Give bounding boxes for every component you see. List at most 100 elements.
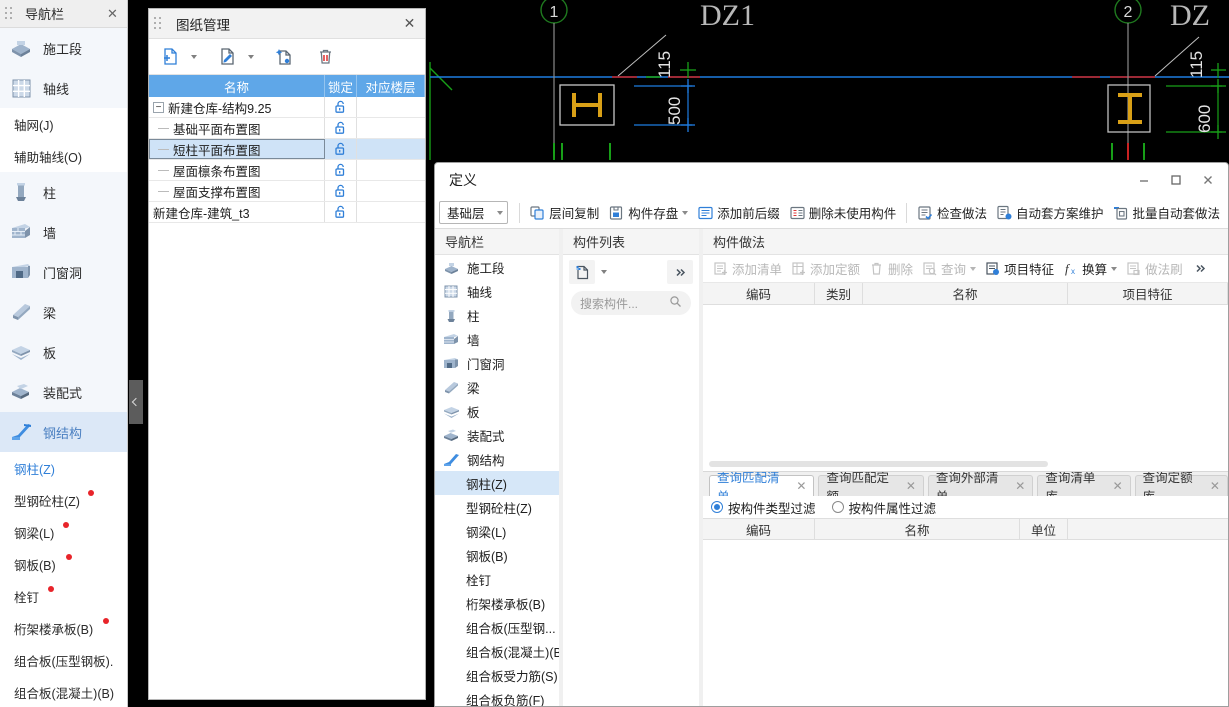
sidebar-subitem-steel-plate[interactable]: 钢板(B) [0,548,127,580]
search-input[interactable]: 搜索构件... [571,291,691,315]
dialog-nav-subitem-stud[interactable]: 栓钉 [435,567,559,591]
sidebar-subitem-src-column[interactable]: 型钢砼柱(Z) [0,484,127,516]
table-row[interactable]: 屋面支撑布置图 [149,181,425,202]
add-file-dropdown-caret[interactable] [187,43,201,71]
dialog-nav-item-construction-segment[interactable]: 施工段 [435,255,559,279]
floor-selector[interactable]: 基础层 [439,201,508,224]
add-file-icon[interactable] [155,43,185,71]
collapse-left-icon[interactable] [129,380,143,424]
sidebar-subitem-steel-column[interactable]: 钢柱(Z) [0,452,127,484]
auto-split-icon[interactable] [269,43,299,71]
edit-file-icon[interactable] [212,43,242,71]
close-icon[interactable]: ✕ [403,16,416,30]
sidebar-subitem-steel-beam[interactable]: 钢梁(L) [0,516,127,548]
sidebar-item-wall[interactable]: 墙 [0,212,127,252]
dialog-nav-subitem-composite-rebar[interactable]: 组合板受力筋(S) [435,663,559,687]
table-row[interactable]: 屋面檩条布置图 [149,160,425,181]
horizontal-scrollbar[interactable] [709,461,1048,467]
table-row[interactable]: 基础平面布置图 [149,118,425,139]
sidebar-subitem-composite-deck-profiled[interactable]: 组合板(压型钢板). [0,644,127,676]
new-component-dropdown-caret[interactable] [597,258,611,286]
edit-file-dropdown-caret[interactable] [244,43,258,71]
dialog-nav-subitem-steel-plate[interactable]: 钢板(B) [435,543,559,567]
minimize-button[interactable] [1128,167,1160,193]
sidebar-subitem-auxiliary-axis[interactable]: 辅助轴线(O) [0,140,127,172]
chevron-down-icon[interactable] [682,210,689,215]
auto-scheme-button[interactable]: 自动套方案维护 [992,200,1108,226]
close-icon[interactable]: ✕ [1113,479,1123,493]
dialog-nav-subitem-steel-column[interactable]: 钢柱(Z) [435,471,559,495]
dialog-nav-subitem-composite-negative-rebar[interactable]: 组合板负筋(F) [435,687,559,707]
unlocked-icon[interactable] [325,181,357,201]
unlocked-icon[interactable] [325,118,357,138]
tab-query-matched-quota[interactable]: 查询匹配定额 ✕ [818,471,924,504]
sidebar-item-prefab[interactable]: 装配式 [0,372,127,412]
unlocked-icon[interactable] [325,97,357,117]
sidebar-item-slab[interactable]: 板 [0,332,127,372]
close-icon[interactable]: ✕ [106,7,119,20]
drag-grip-icon[interactable] [154,17,166,30]
dialog-nav-item-beam[interactable]: 梁 [435,375,559,399]
add-affix-button[interactable]: 添加前后缀 [693,200,784,226]
dialog-nav-scroll[interactable]: 施工段 轴线 柱 墙 门窗洞 梁 板 装配式 钢结构 钢柱(Z) 型钢砼柱(Z)… [435,255,559,706]
radio-filter-by-component-type[interactable]: 按构件类型过滤 [711,498,816,517]
sidebar-item-steel-structure[interactable]: 钢结构 [0,412,127,452]
tree-expander-icon[interactable]: − [153,101,164,113]
sidebar-item-door-window[interactable]: 门窗洞 [0,252,127,292]
drawing-list-body[interactable]: − 新建仓库-结构9.25 基础平面布置图 短柱平面布置图 屋面檩条布置图 屋面… [149,97,425,699]
method-grid-body[interactable] [703,305,1228,472]
dialog-nav-subitem-steel-beam[interactable]: 钢梁(L) [435,519,559,543]
save-component-button[interactable]: 构件存盘 [604,200,692,226]
dialog-nav-item-slab[interactable]: 板 [435,399,559,423]
overflow-chevrons-icon[interactable] [1188,257,1214,281]
sidebar-item-construction-segment[interactable]: 施工段 [0,28,127,68]
radio-filter-by-component-property[interactable]: 按构件属性过滤 [831,498,936,517]
sidebar-item-column[interactable]: 柱 [0,172,127,212]
close-icon[interactable]: ✕ [1015,479,1025,493]
chevron-down-icon[interactable] [1111,266,1118,271]
close-icon[interactable]: ✕ [906,479,916,493]
expand-right-icon[interactable] [667,260,693,284]
new-component-icon[interactable] [569,260,595,284]
close-icon[interactable]: ✕ [1210,479,1220,493]
dialog-nav-item-door-window[interactable]: 门窗洞 [435,351,559,375]
batch-auto-button[interactable]: 批量自动套做法 [1108,200,1224,226]
close-button[interactable] [1192,167,1224,193]
sidebar-subitem-composite-deck-concrete[interactable]: 组合板(混凝土)(B) [0,676,127,707]
dialog-nav-item-wall[interactable]: 墙 [435,327,559,351]
project-feature-button[interactable]: 项目特征 [981,257,1058,281]
tab-query-matched-bill[interactable]: 查询匹配清单 ✕ [709,471,815,504]
trash-icon[interactable] [310,43,340,71]
dialog-nav-item-prefab[interactable]: 装配式 [435,423,559,447]
dialog-nav-subitem-truss-deck[interactable]: 桁架楼承板(B) [435,591,559,615]
sidebar-item-axis[interactable]: 轴线 [0,68,127,108]
navigation-panel-scroll[interactable]: 施工段 轴线 轴网(J) 辅助轴线(O) 柱 墙 门窗洞 梁 板 装配式 钢结构… [0,28,127,707]
dialog-nav-item-column[interactable]: 柱 [435,303,559,327]
conversion-button[interactable]: f x 换算 [1059,257,1121,281]
sidebar-subitem-stud[interactable]: 栓钉 [0,580,127,612]
unlocked-icon[interactable] [325,202,357,222]
unlocked-icon[interactable] [325,160,357,180]
table-row[interactable]: − 新建仓库-结构9.25 [149,97,425,118]
sidebar-item-beam[interactable]: 梁 [0,292,127,332]
tab-query-external-bill[interactable]: 查询外部清单 ✕ [927,471,1034,504]
table-row[interactable]: 短柱平面布置图 [149,139,425,160]
close-icon[interactable]: ✕ [796,479,806,493]
tab-query-quota-library[interactable]: 查询定额库 ✕ [1134,471,1228,504]
tab-query-bill-library[interactable]: 查询清单库 ✕ [1037,471,1131,504]
drag-grip-icon[interactable] [5,7,17,20]
copy-between-floors-button[interactable]: 层间复制 [525,200,603,226]
check-method-button[interactable]: 检查做法 [913,200,991,226]
delete-unused-button[interactable]: 删除未使用构件 [785,200,901,226]
dialog-nav-subitem-composite-profiled[interactable]: 组合板(压型钢... [435,615,559,639]
dialog-nav-item-steel-structure[interactable]: 钢结构 [435,447,559,471]
dialog-nav-item-axis[interactable]: 轴线 [435,279,559,303]
maximize-button[interactable] [1160,167,1192,193]
dialog-nav-subitem-src-column[interactable]: 型钢砼柱(Z) [435,495,559,519]
unlocked-icon[interactable] [325,139,357,159]
dialog-nav-subitem-composite-concrete[interactable]: 组合板(混凝土)(B) [435,639,559,663]
table-row[interactable]: 新建仓库-建筑_t3 [149,202,425,223]
query-grid-body[interactable] [703,540,1228,706]
sidebar-subitem-axis-grid[interactable]: 轴网(J) [0,108,127,140]
sidebar-subitem-truss-deck[interactable]: 桁架楼承板(B) [0,612,127,644]
